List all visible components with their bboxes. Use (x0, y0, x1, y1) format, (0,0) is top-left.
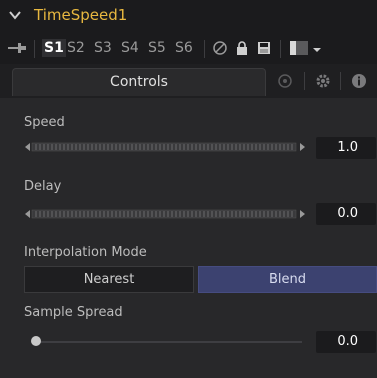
speed-slider[interactable] (24, 140, 306, 154)
slot-s6[interactable]: S6 (175, 39, 193, 57)
gear-icon[interactable] (314, 72, 332, 90)
info-icon[interactable] (350, 72, 368, 90)
slot-s1[interactable]: S1 (42, 39, 66, 57)
slot-s4[interactable]: S4 (121, 39, 139, 57)
tool-title: TimeSpeed1 (34, 6, 128, 24)
pin-icon[interactable] (8, 42, 26, 54)
dropdown-arrow-icon[interactable] (312, 40, 322, 56)
interpolation-blend-button[interactable]: Blend (198, 266, 377, 293)
tab-divider (340, 72, 341, 90)
tab-bar: Controls (0, 64, 377, 98)
delay-value-field[interactable]: 0.0 (316, 203, 376, 225)
slot-s2[interactable]: S2 (67, 39, 85, 57)
delay-label: Delay (24, 179, 62, 194)
version-toolbar: S1 S2 S3 S4 S5 S6 (0, 32, 377, 64)
sample-spread-slider-knob[interactable] (31, 336, 41, 346)
tab-divider (304, 72, 305, 90)
interpolation-nearest-button[interactable]: Nearest (24, 266, 194, 293)
tool-header[interactable]: TimeSpeed1 (0, 0, 377, 32)
node-icon[interactable] (276, 72, 294, 90)
sample-spread-slider-track[interactable] (32, 341, 302, 343)
sample-spread-label: Sample Spread (24, 305, 123, 320)
color-swatch-icon[interactable] (288, 40, 310, 56)
no-entry-icon[interactable] (212, 40, 228, 56)
toolbar-divider (204, 40, 205, 58)
speed-value-field[interactable]: 1.0 (316, 137, 376, 159)
delay-slider[interactable] (24, 207, 306, 221)
slot-s3[interactable]: S3 (94, 39, 112, 57)
tab-controls[interactable]: Controls (12, 68, 266, 96)
speed-label: Speed (24, 115, 65, 130)
toolbar-divider (280, 40, 281, 58)
inspector-panel: TimeSpeed1 S1 S2 S3 S4 S5 S6 Controls Sp… (0, 0, 377, 378)
slot-s5[interactable]: S5 (148, 39, 166, 57)
sample-spread-value-field[interactable]: 0.0 (316, 331, 376, 353)
interpolation-mode-label: Interpolation Mode (24, 245, 147, 260)
lock-icon[interactable] (234, 40, 250, 56)
chevron-down-icon[interactable] (8, 8, 22, 22)
save-icon[interactable] (256, 40, 272, 56)
toolbar-divider (34, 40, 35, 58)
